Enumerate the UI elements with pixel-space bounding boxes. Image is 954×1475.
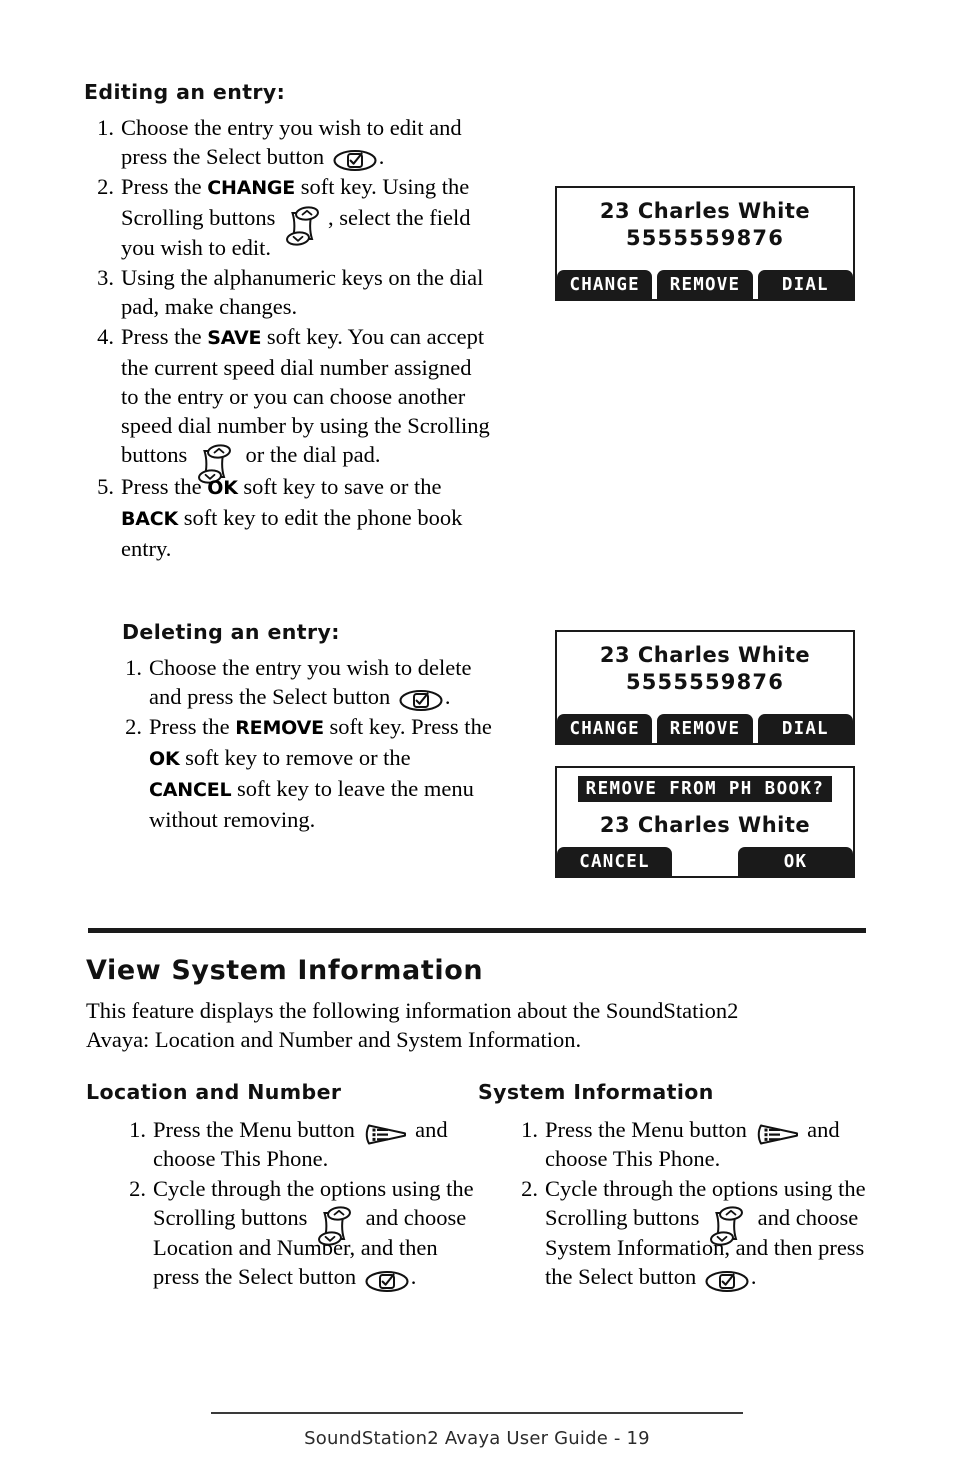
list-item: 1. Choose the entry you wish to edit and… (84, 113, 494, 172)
step-text: Using the alphanumeric keys on the dial … (121, 265, 484, 320)
system-information-steps-list: 1. Press the Menu button and choose This… (508, 1115, 868, 1293)
system-information-heading: System Information (478, 1080, 714, 1104)
section-view-system-information: View System Information This feature dis… (86, 955, 876, 1054)
soft-key-name: BACK (121, 507, 179, 530)
editing-heading: Editing an entry: (84, 80, 286, 104)
section-editing-an-entry: Editing an entry: 1. Choose the entry yo… (84, 80, 494, 564)
lcd3-softkey-bar: CANCEL OK (557, 847, 853, 876)
list-item: 2. Cycle through the options using the S… (508, 1174, 868, 1293)
view-system-information-intro: This feature displays the following info… (86, 998, 739, 1052)
step-number: 1. (129, 1117, 146, 1142)
step-text: soft key to save or the (237, 473, 442, 499)
step-text: Press the Menu button (545, 1117, 753, 1142)
view-system-information-heading: View System Information (86, 955, 484, 986)
list-item: 4. Press the SAVE soft key. You can acce… (84, 322, 494, 484)
softkey-change[interactable]: CHANGE (557, 714, 653, 743)
footer-rule (211, 1412, 743, 1414)
list-item: 3. Using the alphanumeric keys on the di… (84, 263, 494, 321)
step-text: . (378, 144, 385, 169)
lcd-remove-confirm-screen: REMOVE FROM PH BOOK? 23 Charles White CA… (555, 766, 855, 878)
subsection-system-information: System Information 1. Press the Menu but… (478, 1080, 868, 1292)
select-button-icon (399, 689, 443, 712)
step-number: 2. (521, 1176, 538, 1201)
step-number: 4. (97, 324, 114, 350)
softkey-spacer (672, 847, 738, 876)
step-text: Press the Menu button (153, 1117, 361, 1142)
scrolling-buttons-icon (318, 1206, 356, 1246)
menu-button-icon (365, 1122, 407, 1147)
list-item: 1. Press the Menu button and choose This… (116, 1115, 476, 1173)
list-item: 1. Choose the entry you wish to delete a… (112, 653, 494, 712)
remove-confirm-title: REMOVE FROM PH BOOK? (578, 776, 832, 802)
softkey-cancel[interactable]: CANCEL (557, 847, 672, 876)
softkey-ok[interactable]: OK (738, 847, 853, 876)
soft-key-name: OK (149, 748, 180, 770)
soft-key-name: SAVE (207, 327, 262, 350)
soft-key-name: CHANGE (207, 177, 296, 199)
soft-key-name: CANCEL (149, 779, 232, 801)
select-button-icon (705, 1270, 749, 1293)
footer-caption: SoundStation2 Avaya User Guide - 19 (304, 1428, 650, 1449)
step-number: 1. (97, 115, 114, 140)
select-button-icon (365, 1270, 409, 1293)
menu-button-icon (757, 1122, 799, 1147)
lcd2-line1: 23 Charles White (599, 643, 811, 667)
step-text: . (444, 684, 451, 709)
softkey-remove[interactable]: REMOVE (657, 270, 753, 299)
softkey-gap (753, 714, 758, 743)
scrolling-buttons-icon (710, 1206, 748, 1246)
lcd2-line2: 5555559876 (625, 670, 785, 694)
lcd1-text-area: 23 Charles White 5555559876 (557, 199, 853, 250)
soft-key-name: OK (207, 476, 238, 499)
step-text: Choose the entry you wish to edit and pr… (121, 115, 462, 169)
lcd1-line1: 23 Charles White (599, 199, 811, 223)
step-number: 2. (97, 174, 114, 199)
list-item: 5. Press the OK soft key to save or the … (84, 472, 494, 563)
step-text: soft key. Press the (323, 714, 492, 739)
lcd3-text-area: 23 Charles White (557, 813, 853, 837)
step-text: . (410, 1264, 417, 1290)
step-text: Press the (149, 714, 236, 739)
lcd3-line1: 23 Charles White (599, 813, 811, 837)
step-text: Press the (121, 324, 208, 350)
editing-steps-list: 1. Choose the entry you wish to edit and… (84, 113, 494, 563)
step-text: Press the (121, 473, 208, 499)
location-and-number-steps-list: 1. Press the Menu button and choose This… (116, 1115, 476, 1293)
softkey-dial[interactable]: DIAL (757, 270, 853, 299)
list-item: 1. Press the Menu button and choose This… (508, 1115, 868, 1173)
softkey-gap (753, 270, 758, 299)
softkey-dial[interactable]: DIAL (757, 714, 853, 743)
soft-key-name: REMOVE (235, 717, 324, 739)
step-text: Press the (121, 174, 208, 199)
deleting-heading: Deleting an entry: (122, 620, 340, 644)
lcd-phonebook-entry-screen-2: 23 Charles White 5555559876 CHANGE REMOV… (555, 630, 855, 745)
step-text: or the dial pad. (239, 442, 381, 468)
step-number: 1. (521, 1117, 538, 1142)
lcd1-softkey-bar: CHANGE REMOVE DIAL (557, 270, 853, 299)
softkey-change[interactable]: CHANGE (557, 270, 653, 299)
section-deleting-an-entry: Deleting an entry: 1. Choose the entry y… (122, 620, 494, 835)
lcd1-line2: 5555559876 (625, 226, 785, 250)
step-number: 1. (125, 655, 142, 680)
step-number: 2. (125, 714, 142, 739)
list-item: 2. Press the CHANGE soft key. Using the … (84, 172, 494, 262)
step-number: 2. (129, 1176, 146, 1201)
deleting-steps-list: 1. Choose the entry you wish to delete a… (112, 653, 494, 834)
location-and-number-heading: Location and Number (86, 1080, 342, 1104)
select-button-icon (333, 149, 377, 172)
step-text: . (750, 1264, 757, 1290)
lcd-phonebook-entry-screen-1: 23 Charles White 5555559876 CHANGE REMOV… (555, 186, 855, 301)
list-item: 2. Cycle through the options using the S… (116, 1174, 476, 1293)
subsection-location-and-number: Location and Number 1. Press the Menu bu… (86, 1080, 476, 1292)
lcd2-text-area: 23 Charles White 5555559876 (557, 643, 853, 694)
softkey-remove[interactable]: REMOVE (657, 714, 753, 743)
list-item: 2. Press the REMOVE soft key. Press the … (112, 712, 494, 834)
scrolling-buttons-icon (286, 206, 324, 246)
section-divider-rule (88, 928, 866, 933)
step-number: 3. (97, 265, 114, 291)
step-number: 5. (97, 473, 114, 499)
lcd2-softkey-bar: CHANGE REMOVE DIAL (557, 714, 853, 743)
step-text: soft key to remove or the (179, 745, 411, 770)
